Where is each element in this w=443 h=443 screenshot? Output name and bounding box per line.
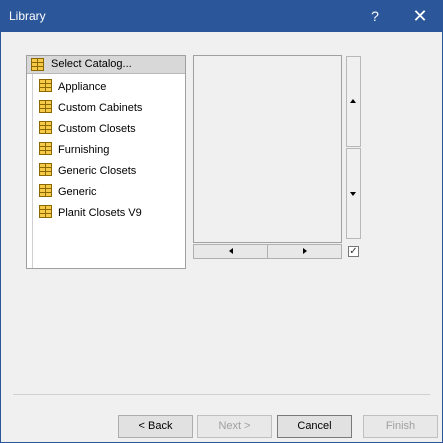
catalog-item-planit-closets-v9[interactable]: Planit Closets V9 — [36, 202, 181, 222]
catalog-item-appliance[interactable]: Appliance — [36, 76, 181, 96]
arrow-up-icon — [350, 99, 356, 103]
catalog-item-custom-closets[interactable]: Custom Closets — [36, 118, 181, 138]
preview-checkbox[interactable]: ✓ — [348, 246, 359, 257]
catalog-item-furnishing[interactable]: Furnishing — [36, 139, 181, 159]
scroll-right-button[interactable] — [268, 245, 341, 258]
next-button[interactable]: Next > — [197, 415, 272, 438]
catalog-tree-root[interactable]: Select Catalog... — [27, 56, 185, 74]
catalog-icon — [39, 79, 52, 92]
catalog-icon — [39, 100, 52, 113]
window-title: Library — [9, 9, 46, 23]
divider — [13, 394, 430, 395]
catalog-item-custom-cabinets[interactable]: Custom Cabinets — [36, 97, 181, 117]
horizontal-scrollbar[interactable] — [193, 244, 342, 259]
scroll-up-button[interactable] — [346, 56, 361, 147]
catalog-item-label: Appliance — [58, 81, 107, 93]
finish-button[interactable]: Finish — [363, 415, 438, 438]
catalog-icon — [39, 163, 52, 176]
catalog-icon — [39, 205, 52, 218]
dialog-content: Select Catalog... Appliance Custom Cabin… — [1, 32, 442, 442]
arrow-down-icon — [350, 192, 356, 196]
catalog-item-label: Generic Closets — [58, 165, 137, 177]
catalog-item-label: Generic — [58, 186, 97, 198]
title-bar: Library ? ✕ — [1, 1, 442, 32]
catalog-icon — [39, 142, 52, 155]
catalog-item-generic[interactable]: Generic — [36, 181, 181, 201]
catalog-icon — [39, 184, 52, 197]
catalog-item-label: Custom Closets — [58, 123, 136, 135]
scroll-down-button[interactable] — [346, 148, 361, 239]
cancel-button[interactable]: Cancel — [277, 415, 352, 438]
close-button[interactable]: ✕ — [398, 1, 442, 32]
catalog-item-label: Furnishing — [58, 144, 110, 156]
arrow-right-icon — [303, 248, 307, 254]
preview-pane — [193, 55, 342, 243]
arrow-left-icon — [229, 248, 233, 254]
catalog-icon — [31, 58, 44, 71]
catalog-tree-root-label: Select Catalog... — [51, 58, 132, 70]
catalog-item-label: Custom Cabinets — [58, 102, 143, 114]
scroll-left-button[interactable] — [194, 245, 268, 258]
catalog-item-label: Planit Closets V9 — [58, 207, 142, 219]
catalog-tree[interactable]: Select Catalog... Appliance Custom Cabin… — [26, 55, 186, 269]
back-button[interactable]: < Back — [118, 415, 193, 438]
help-button[interactable]: ? — [356, 1, 394, 32]
catalog-list: Appliance Custom Cabinets Custom Closets… — [32, 74, 185, 268]
library-dialog: Library ? ✕ Select Catalog... Appliance … — [0, 0, 443, 443]
catalog-icon — [39, 121, 52, 134]
catalog-item-generic-closets[interactable]: Generic Closets — [36, 160, 181, 180]
